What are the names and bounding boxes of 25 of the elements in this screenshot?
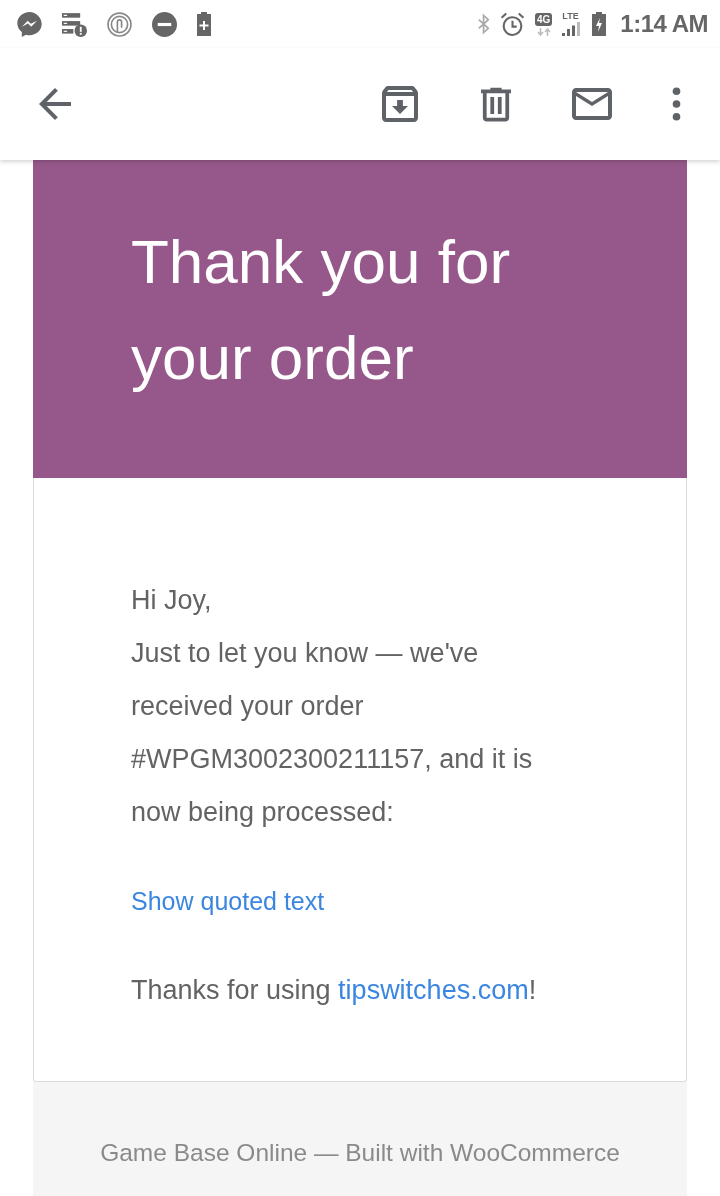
minus-circle-icon: [152, 11, 177, 37]
alarm-clock-icon: [500, 11, 525, 37]
envelope-icon: [572, 88, 612, 120]
concentric-rings-icon: [107, 11, 132, 37]
bluetooth-icon: [478, 13, 490, 35]
back-arrow-icon: [39, 88, 71, 120]
email-title: Thank you for your order: [131, 226, 512, 394]
data-arrows-icon: [536, 27, 551, 36]
trash-icon: [481, 86, 511, 122]
greeting-text: Hi Joy,: [131, 584, 212, 617]
archive-icon: [382, 86, 418, 122]
footer-text: Game Base Online — Built with WooCommerce: [100, 1138, 620, 1168]
thanks-text: Thanks for using tipswitches.com!: [131, 974, 537, 1007]
message-text: Just to let you know — we've received your order #WPGM3002300211157, and it is now being processed:: [131, 637, 534, 829]
website-link[interactable]: tipswitches.com: [338, 975, 529, 1005]
battery-charging-icon: [592, 12, 607, 36]
clock-time: 1:14 AM: [620, 10, 708, 38]
signal-bars-icon: [562, 22, 583, 36]
server-alert-icon: [62, 11, 87, 37]
signal-label: LTE: [562, 12, 579, 21]
battery-plus-icon: [197, 12, 211, 36]
chat-bubble-icon: [17, 11, 42, 37]
show-quoted-text-link[interactable]: Show quoted text: [131, 881, 325, 921]
more-vertical-icon: [671, 87, 681, 121]
network-type-badge: 4G: [535, 12, 553, 26]
